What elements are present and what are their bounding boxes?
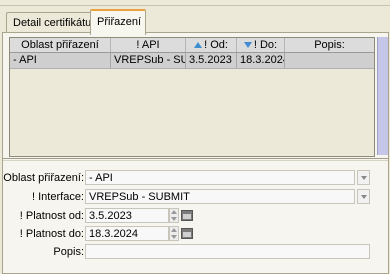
column-header-do[interactable]: ! Do:	[237, 38, 285, 52]
form-row-desc: Popis:	[3, 244, 388, 261]
divider	[3, 158, 388, 159]
grid-header: Oblast přiřazení ! API ! Od: ! Do: Popis…	[10, 38, 374, 53]
calendar-icon[interactable]	[181, 210, 193, 221]
area-select[interactable]: - API	[85, 170, 355, 185]
chevron-down-icon[interactable]	[357, 189, 370, 204]
tab-prirazeni[interactable]: Přiřazení	[90, 9, 146, 35]
cell-do: 18.3.2024	[237, 53, 285, 68]
table-row[interactable]: - API VREPSub - SUB... 3.5.2023 18.3.202…	[10, 53, 374, 69]
desc-label: Popis:	[53, 246, 84, 258]
column-header-api[interactable]: ! API	[111, 38, 186, 52]
column-header-area[interactable]: Oblast přiřazení	[10, 38, 111, 52]
from-date-input[interactable]: 3.5.2023	[85, 208, 169, 223]
cell-od: 3.5.2023	[186, 53, 237, 68]
arrow-up-icon	[194, 42, 203, 49]
interface-label: ! Interface:	[32, 191, 84, 203]
arrow-down-icon	[243, 42, 252, 49]
from-label: ! Platnost od:	[19, 210, 84, 222]
spinner-icon[interactable]	[169, 226, 179, 241]
cell-popis	[285, 53, 374, 68]
column-header-popis[interactable]: Popis:	[285, 38, 374, 52]
to-label: ! Platnost do:	[19, 228, 84, 240]
interface-select[interactable]: VREPSub - SUBMIT	[85, 189, 355, 204]
tab-panel-prirazeni: Oblast přiřazení ! API ! Od: ! Do: Popis…	[2, 32, 389, 274]
to-date-input[interactable]: 18.3.2024	[85, 226, 169, 241]
form-row-from: ! Platnost od: 3.5.2023	[3, 208, 388, 225]
tab-detail-certifikatu[interactable]: Detail certifikátu	[6, 12, 98, 33]
divider	[3, 160, 388, 161]
area-label: Oblast přiřazení:	[3, 172, 84, 184]
cell-api: VREPSub - SUB...	[111, 53, 186, 68]
form-row-area: Oblast přiřazení: - API	[3, 170, 388, 187]
form-row-interface: ! Interface: VREPSub - SUBMIT	[3, 189, 388, 206]
calendar-icon[interactable]	[181, 228, 193, 239]
description-input[interactable]	[85, 244, 370, 259]
chevron-down-icon[interactable]	[357, 170, 370, 185]
cell-area: - API	[10, 53, 111, 68]
tab-bar: Detail certifikátu Přiřazení	[0, 6, 390, 35]
column-header-od[interactable]: ! Od:	[186, 38, 237, 52]
form-row-to: ! Platnost do: 18.3.2024	[3, 226, 388, 243]
grid-scrollbar[interactable]	[377, 37, 388, 155]
spinner-icon[interactable]	[169, 208, 179, 223]
assignment-grid: Oblast přiřazení ! API ! Od: ! Do: Popis…	[9, 37, 375, 157]
